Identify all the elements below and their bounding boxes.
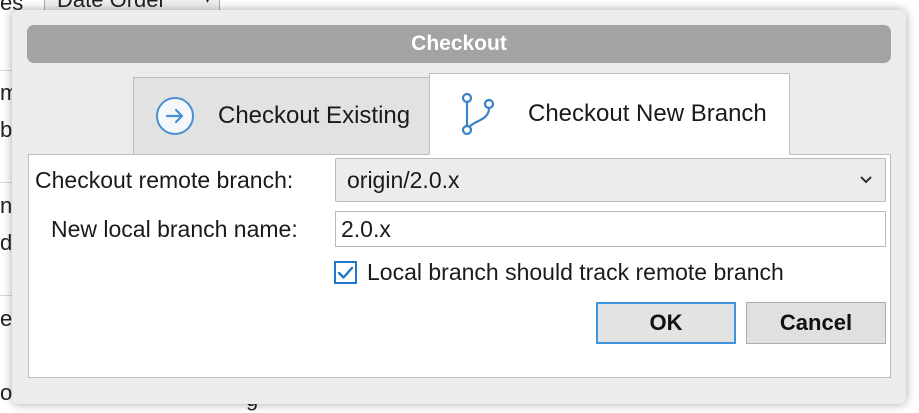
bg-text-fragment: d [0,230,13,255]
bg-text-fragment: n [0,193,13,218]
tab-checkout-new-branch[interactable]: Checkout New Branch [429,73,790,155]
bg-text-fragment: o [0,380,13,405]
track-remote-label: Local branch should track remote branch [367,259,784,285]
local-branch-name-label: New local branch name: [51,216,298,242]
cancel-button[interactable]: Cancel [746,302,886,344]
bg-text-fragment: b [0,117,13,142]
remote-branch-select[interactable]: origin/2.0.x [335,158,886,202]
track-remote-checkbox[interactable] [334,261,357,284]
new-branch-panel: Checkout remote branch: origin/2.0.x New… [28,154,891,378]
track-remote-row[interactable]: Local branch should track remote branch [334,259,784,286]
remote-branch-value: origin/2.0.x [347,167,460,193]
remote-branch-label: Checkout remote branch: [35,167,294,193]
tab-checkout-existing[interactable]: Checkout Existing [133,77,431,154]
chevron-down-icon [859,159,873,201]
branch-icon [458,90,498,138]
checkmark-icon [337,266,354,279]
chevron-down-icon: ▾ [204,0,211,9]
local-branch-name-input[interactable]: 2.0.x [335,211,886,247]
arrow-circle-icon [154,95,196,137]
tab-checkout-new-branch-label: Checkout New Branch [528,100,767,127]
dialog-title: Checkout [27,25,891,63]
tab-checkout-existing-label: Checkout Existing [218,102,411,129]
checkout-dialog: Checkout Checkout Existing Checkout New … [12,10,906,404]
ok-button[interactable]: OK [596,302,736,344]
